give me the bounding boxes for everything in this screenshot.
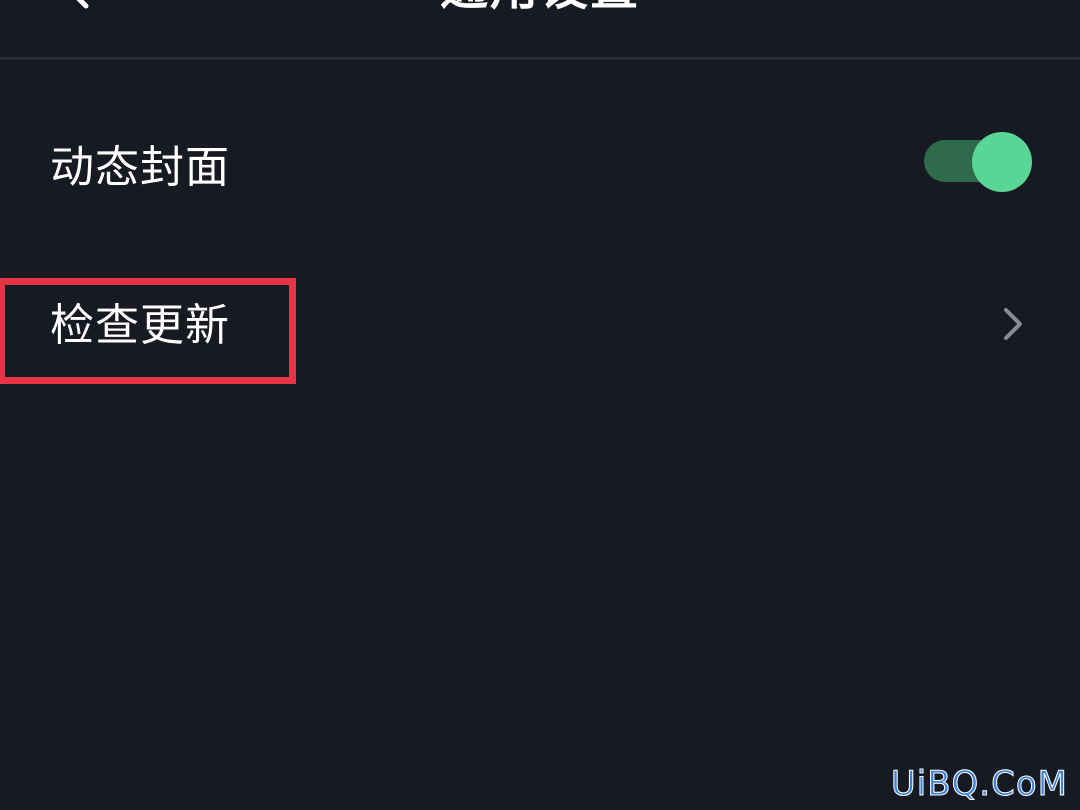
- chevron-right-icon: [996, 302, 1030, 346]
- settings-page: 通用设置 动态封面 检查更新 UiBQ.CoM: [0, 0, 1080, 810]
- setting-label-dynamic-cover: 动态封面: [50, 142, 230, 193]
- watermark-text: UiBQ.CoM: [890, 764, 1068, 805]
- header-divider: [0, 57, 1080, 60]
- toggle-knob: [972, 132, 1032, 192]
- setting-row-dynamic-cover[interactable]: 动态封面: [0, 112, 1080, 222]
- top-nav-bar: 通用设置: [0, 0, 1080, 60]
- dynamic-cover-toggle[interactable]: [922, 130, 1034, 194]
- highlight-annotation-box: [0, 278, 296, 384]
- page-title: 通用设置: [0, 0, 1080, 18]
